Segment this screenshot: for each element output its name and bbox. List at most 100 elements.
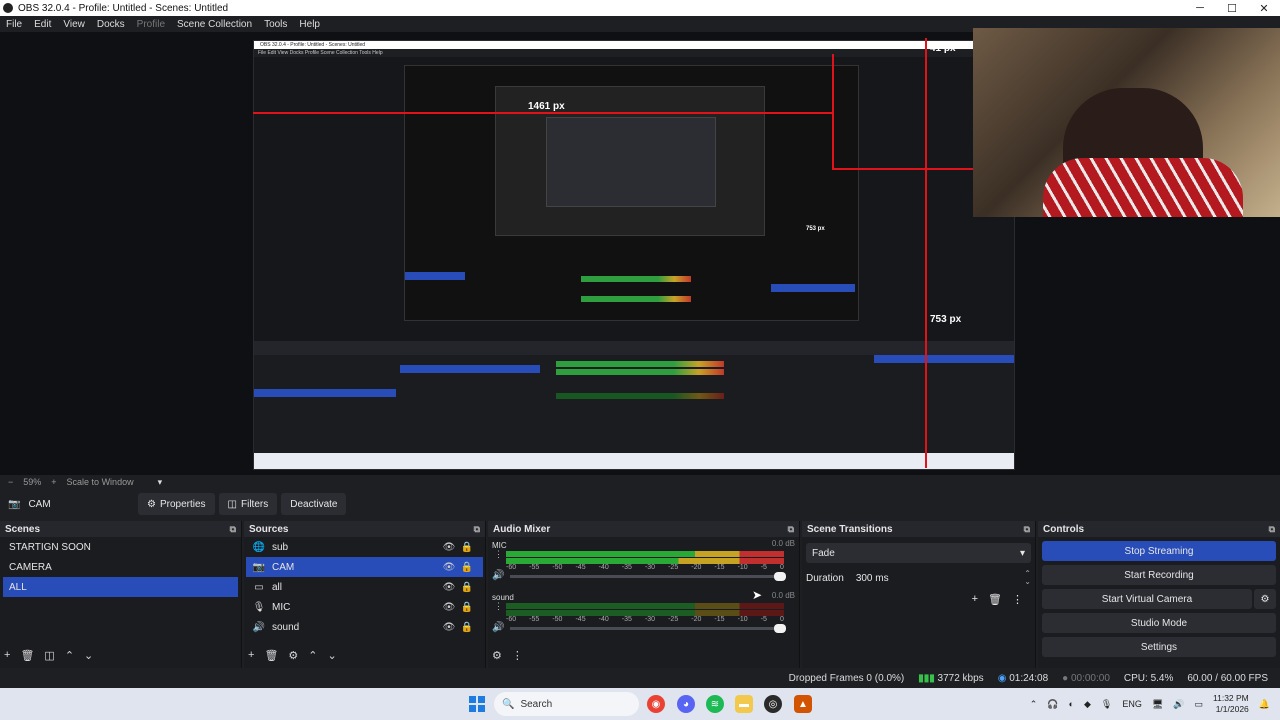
start-recording-button[interactable]: Start Recording [1042, 565, 1276, 585]
bitrate: ▮▮▮ 3772 kbps [918, 672, 984, 684]
discord-icon[interactable]: ◕ [677, 695, 695, 713]
volume-slider-handle[interactable] [774, 624, 786, 633]
move-up-icon[interactable]: ⌃ [65, 649, 74, 662]
app-icon[interactable]: ▲ [794, 695, 812, 713]
mixer-menu-icon[interactable]: ⋮ [512, 649, 523, 662]
menu-docks[interactable]: Docks [91, 19, 131, 30]
file-explorer-icon[interactable]: ▬ [735, 695, 753, 713]
source-item-cam[interactable]: 📷 CAM 👁 🔒 [246, 557, 483, 577]
zoom-value: 59% [23, 477, 42, 487]
headset-icon[interactable]: 🎧 [1047, 699, 1058, 710]
menu-edit[interactable]: Edit [28, 19, 57, 30]
remove-scene-icon[interactable]: 🗑 [20, 649, 34, 662]
source-properties-icon[interactable]: ⚙ [288, 649, 298, 662]
add-transition-icon[interactable]: + [972, 593, 978, 606]
move-down-icon[interactable]: ⌄ [328, 649, 337, 662]
volume-slider[interactable] [510, 572, 786, 581]
volume-slider-handle[interactable] [774, 572, 786, 581]
scene-item-all[interactable]: ALL [3, 577, 238, 597]
menu-tools[interactable]: Tools [258, 19, 293, 30]
menu-view[interactable]: View [57, 19, 91, 30]
visibility-eye-icon[interactable]: 👁 [441, 542, 457, 553]
mic-tray-icon[interactable]: 🎙 [1101, 699, 1112, 710]
scale-to-window-label[interactable]: Scale to Window [67, 477, 134, 487]
visibility-eye-icon[interactable]: 👁 [441, 622, 457, 633]
source-label: sub [272, 541, 289, 553]
zoom-out-button[interactable]: − [8, 477, 13, 487]
deactivate-button[interactable]: Deactivate [281, 493, 347, 515]
notifications-icon[interactable]: 🔔 [1259, 699, 1270, 710]
visibility-eye-icon[interactable]: 👁 [441, 602, 457, 613]
undock-icon[interactable]: ⧉ [230, 524, 236, 535]
zoom-bar: − 59% + Scale to Window ▾ [0, 475, 1280, 489]
close-button[interactable]: ✕ [1248, 2, 1280, 15]
tray-app-icon[interactable]: ◐ [1069, 699, 1074, 709]
scenes-dock: Scenes ⧉ STARTIGN SOON CAMERA ALL + 🗑 ◫ … [0, 521, 242, 668]
advanced-audio-gear-icon[interactable]: ⚙ [492, 649, 502, 662]
move-up-icon[interactable]: ⌃ [308, 649, 317, 662]
menu-help[interactable]: Help [293, 19, 326, 30]
spotify-icon[interactable]: ≋ [706, 695, 724, 713]
add-scene-icon[interactable]: + [4, 649, 10, 662]
undock-icon[interactable]: ⧉ [474, 524, 480, 535]
mute-speaker-icon[interactable]: 🔊 [492, 570, 504, 581]
remove-source-icon[interactable]: 🗑 [264, 649, 278, 662]
undock-icon[interactable]: ⧉ [788, 524, 794, 535]
windows-start-icon[interactable] [469, 696, 485, 712]
scene-item-camera[interactable]: CAMERA [3, 557, 238, 577]
menu-scene-collection[interactable]: Scene Collection [171, 19, 258, 30]
duration-field[interactable]: 300 ms [852, 569, 1016, 587]
language-indicator[interactable]: ENG [1122, 699, 1142, 709]
taskbar-search[interactable]: 🔍 Search [494, 692, 639, 716]
scene-item-startign-soon[interactable]: STARTIGN SOON [3, 537, 238, 557]
level-meter [506, 603, 784, 609]
shield-icon[interactable]: ◆ [1084, 699, 1091, 710]
move-down-icon[interactable]: ⌄ [84, 649, 93, 662]
clock[interactable]: 11:32 PM 1/1/2026 [1213, 693, 1249, 715]
zoom-dropdown-icon[interactable]: ▾ [158, 477, 163, 488]
menu-file[interactable]: File [0, 19, 28, 30]
volume-slider[interactable] [510, 624, 786, 633]
visibility-eye-icon[interactable]: 👁 [441, 582, 457, 593]
lock-icon[interactable]: 🔒 [459, 582, 475, 593]
undock-icon[interactable]: ⧉ [1269, 524, 1275, 535]
source-item-sound[interactable]: 🔊 sound 👁 🔒 [246, 617, 483, 637]
transition-menu-icon[interactable]: ⋮ [1012, 593, 1023, 606]
stop-streaming-button[interactable]: Stop Streaming [1042, 541, 1276, 561]
source-item-mic[interactable]: 🎙 MIC 👁 🔒 [246, 597, 483, 617]
volume-icon[interactable]: 🔊 [1173, 699, 1184, 710]
source-item-all[interactable]: ▭ all 👁 🔒 [246, 577, 483, 597]
channel-menu-icon[interactable]: ⋮ [494, 549, 503, 560]
transition-select[interactable]: Fade ▾ [806, 543, 1031, 563]
battery-icon[interactable]: ▭ [1195, 699, 1204, 710]
studio-mode-button[interactable]: Studio Mode [1042, 613, 1276, 633]
mute-speaker-icon[interactable]: 🔊 [492, 622, 504, 633]
menu-profile[interactable]: Profile [131, 19, 171, 30]
lock-icon[interactable]: 🔒 [459, 562, 475, 573]
minimize-button[interactable]: ─ [1184, 2, 1216, 15]
scene-filters-icon[interactable]: ◫ [44, 649, 54, 662]
obs-taskbar-icon[interactable]: ◎ [764, 695, 782, 713]
chrome-icon[interactable]: ◉ [647, 695, 665, 713]
maximize-button[interactable]: ☐ [1216, 2, 1248, 15]
remove-transition-icon[interactable]: 🗑 [988, 593, 1002, 606]
lock-icon[interactable]: 🔒 [459, 622, 475, 633]
lock-icon[interactable]: 🔒 [459, 602, 475, 613]
virtual-camera-gear-icon[interactable]: ⚙ [1254, 589, 1276, 609]
start-virtual-camera-button[interactable]: Start Virtual Camera [1042, 589, 1252, 609]
channel-menu-icon[interactable]: ⋮ [494, 601, 503, 612]
measure-line-vertical-2 [832, 54, 834, 170]
preview-canvas[interactable]: OBS 32.0.4 - Profile: Untitled - Scenes:… [253, 40, 1015, 470]
filters-button[interactable]: ◫ Filters [218, 493, 278, 515]
lock-icon[interactable]: 🔒 [459, 542, 475, 553]
duration-spinner[interactable]: ⌃ ⌄ [1024, 570, 1031, 586]
source-item-sub[interactable]: 🌐 sub 👁 🔒 [246, 537, 483, 557]
add-source-icon[interactable]: + [248, 649, 254, 662]
undock-icon[interactable]: ⧉ [1024, 524, 1030, 535]
properties-button[interactable]: ⚙ Properties [138, 493, 215, 515]
network-icon[interactable]: 🖥 [1152, 699, 1163, 710]
zoom-in-button[interactable]: + [51, 477, 56, 487]
visibility-eye-icon[interactable]: 👁 [441, 562, 457, 573]
chevron-up-icon[interactable]: ⌃ [1030, 699, 1038, 710]
settings-button[interactable]: Settings [1042, 637, 1276, 657]
